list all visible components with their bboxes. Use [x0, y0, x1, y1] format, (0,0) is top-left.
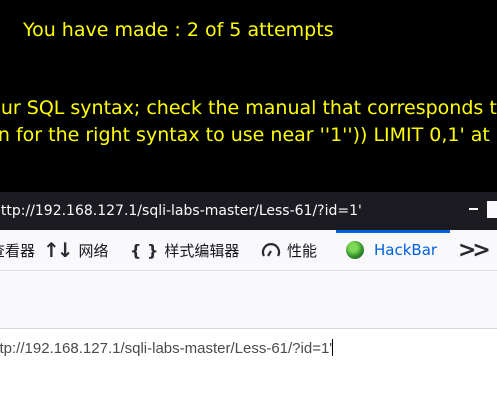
link-status-bar: http://192.168.127.1/sqli-labs-master/Le… [0, 192, 497, 230]
braces-icon: { } [130, 240, 159, 260]
hackbar-url-field[interactable]: http://192.168.127.1/sqli-labs-master/Le… [0, 339, 334, 359]
tab-hackbar-label: HackBar [374, 241, 438, 259]
scrollbar-thumb[interactable] [487, 201, 497, 218]
devtools-tabbar: 查看器 ↑↓ 网络 { } 样式编辑器 性能 HackBar >> [0, 230, 497, 271]
network-icon: ↑↓ [43, 238, 73, 262]
minimize-icon[interactable] [469, 208, 478, 210]
hackbar-url-area: http://192.168.127.1/sqli-labs-master/Le… [0, 329, 497, 410]
hackbar-url-value: http://192.168.127.1/sqli-labs-master/Le… [0, 340, 333, 357]
tab-style-editor-label: 样式编辑器 [164, 241, 240, 260]
active-tab-indicator [336, 230, 450, 233]
hackbar-icon [346, 241, 364, 259]
tab-hackbar[interactable]: HackBar [336, 230, 450, 270]
tab-network[interactable]: ↑↓ 网络 [43, 230, 109, 270]
status-url: http://192.168.127.1/sqli-labs-master/Le… [0, 203, 362, 219]
gauge-icon [261, 241, 281, 259]
page-viewport: You have made : 2 of 5 attempts your SQL… [0, 0, 497, 192]
tab-performance-label: 性能 [287, 241, 318, 260]
tab-performance[interactable]: 性能 [261, 230, 317, 270]
hackbar-toolbar [0, 271, 497, 329]
chevron-double-right-icon[interactable]: >> [458, 230, 491, 270]
sql-error-line-1: your SQL syntax; check the manual that c… [0, 97, 497, 119]
tab-inspector[interactable]: 查看器 [0, 230, 35, 270]
attempts-message: You have made : 2 of 5 attempts [23, 19, 334, 41]
text-caret [332, 339, 334, 356]
sql-error-line-2: ion for the right syntax to use near ''1… [0, 124, 497, 146]
tab-style-editor[interactable]: { } 样式编辑器 [130, 230, 239, 270]
tab-inspector-label: 查看器 [0, 241, 36, 260]
tab-network-label: 网络 [78, 241, 109, 260]
